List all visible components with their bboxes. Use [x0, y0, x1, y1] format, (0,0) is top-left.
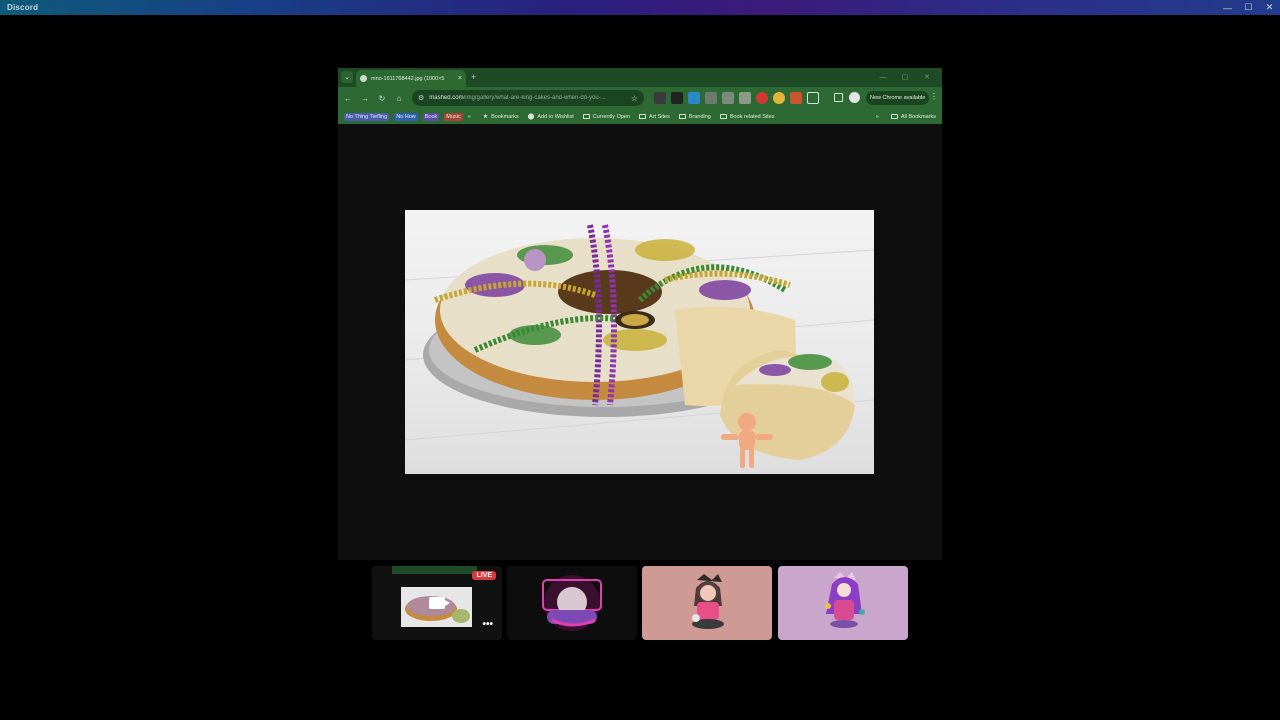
bookmark-chip[interactable]: Book: [422, 112, 440, 121]
bookmark-item[interactable]: ★ Bookmarks: [482, 113, 519, 121]
url-host: mashed.com: [429, 95, 464, 101]
video-camera-icon[interactable]: [429, 597, 450, 609]
chrome-minimize-button[interactable]: —: [872, 71, 894, 83]
extension-icon[interactable]: [671, 92, 683, 104]
bookmark-label: Add to Wishlist: [537, 113, 574, 120]
extension-icon[interactable]: [688, 92, 700, 104]
bookmarks-bar: No Thing Tiefling No How Book Music » ★ B…: [338, 109, 942, 124]
bookmark-chip[interactable]: Music: [444, 112, 463, 121]
wishlist-icon: ⬤: [527, 114, 535, 120]
participant-tile[interactable]: [507, 566, 637, 640]
bookmark-label: Book related Sites: [729, 113, 775, 120]
folder-icon: [678, 114, 686, 119]
side-panel-icon[interactable]: [834, 93, 843, 102]
folder-icon: [639, 114, 647, 119]
chrome-maximize-button[interactable]: ▢: [894, 71, 916, 83]
extension-icon[interactable]: [790, 92, 802, 104]
extension-icon[interactable]: [739, 92, 751, 104]
window-controls: — ☐ ✕: [1217, 0, 1280, 15]
puzzle-icon[interactable]: [807, 92, 819, 104]
maximize-button[interactable]: ☐: [1238, 0, 1259, 15]
bookmark-label: Currently Open: [592, 113, 631, 120]
extension-icon[interactable]: [722, 92, 734, 104]
participant-avatar: [542, 575, 602, 631]
url-text[interactable]: mashed.com/img/gallery/what-are-king-cak…: [429, 95, 627, 101]
chrome-window-controls: — ▢ ✕: [872, 71, 938, 83]
url-path: /img/gallery/what-are-king-cakes-and-whe…: [463, 95, 606, 101]
participant-tile-streamer[interactable]: LIVE •••: [372, 566, 502, 640]
tab-search-button[interactable]: ⌄: [341, 71, 353, 83]
tab-title: mno-1611768442.jpg (1000×5: [371, 75, 445, 82]
star-icon: ★: [482, 114, 489, 120]
more-options-icon[interactable]: •••: [482, 619, 493, 630]
bookmark-chip[interactable]: No How: [394, 112, 418, 121]
folder-icon: [890, 114, 898, 119]
stream-preview-toolbar: [392, 566, 477, 574]
extension-icon[interactable]: [756, 92, 768, 104]
bookmark-label: Art Sites: [649, 113, 670, 120]
bookmark-chip[interactable]: No Thing Tiefling: [344, 112, 390, 121]
bookmark-folder[interactable]: Art Sites: [639, 114, 670, 120]
forward-arrow-icon[interactable]: →: [359, 92, 371, 104]
chrome-tab-bar: ⌄ mno-1611768442.jpg (1000×5 × + — ▢ ✕: [338, 68, 942, 87]
bookmarks-overflow-right-button[interactable]: »: [876, 114, 879, 120]
extension-icon[interactable]: [773, 92, 785, 104]
live-badge: LIVE: [472, 571, 496, 580]
extension-icon[interactable]: [705, 92, 717, 104]
discord-app-title: Discord: [7, 3, 39, 12]
update-chip[interactable]: New Chrome available: [866, 91, 930, 105]
bookmark-folder[interactable]: Branding: [678, 113, 711, 120]
chrome-close-button[interactable]: ✕: [916, 71, 938, 83]
folder-icon: [719, 114, 727, 119]
globe-icon: [360, 75, 367, 82]
participant-avatar: [825, 572, 865, 628]
bookmark-folder[interactable]: Book related Sites: [719, 113, 775, 120]
site-info-icon[interactable]: ⚙: [418, 94, 424, 102]
active-tab[interactable]: mno-1611768442.jpg (1000×5 ×: [356, 70, 466, 87]
screen-share-stream[interactable]: ⌄ mno-1611768442.jpg (1000×5 × + — ▢ ✕ ←…: [338, 68, 942, 560]
bookmark-label: Bookmarks: [491, 113, 519, 120]
bookmarks-overflow-button[interactable]: »: [468, 114, 471, 120]
participant-avatar: [692, 574, 724, 629]
reload-icon[interactable]: ↻: [376, 92, 388, 104]
home-icon[interactable]: ⌂: [393, 92, 405, 104]
bookmark-label: All Bookmarks: [900, 113, 936, 120]
new-tab-button[interactable]: +: [471, 72, 476, 82]
chrome-menu-icon[interactable]: ⋮: [930, 92, 938, 101]
bookmark-star-icon[interactable]: ☆: [631, 94, 638, 103]
bookmark-label: Branding: [688, 113, 711, 120]
all-bookmarks-button[interactable]: All Bookmarks: [890, 113, 936, 120]
bookmark-folder[interactable]: Currently Open: [582, 113, 631, 120]
extensions-area: [654, 92, 819, 104]
extension-icon[interactable]: [654, 92, 666, 104]
tab-close-icon[interactable]: ×: [458, 75, 462, 82]
address-bar[interactable]: ⚙ mashed.com/img/gallery/what-are-king-c…: [412, 90, 644, 106]
participant-tile[interactable]: [778, 566, 908, 640]
bookmark-item[interactable]: ⬤ Add to Wishlist: [527, 113, 574, 121]
king-cake-illustration: [405, 224, 874, 468]
chrome-toolbar: ← → ↻ ⌂ ⚙ mashed.com/img/gallery/what-ar…: [338, 87, 942, 109]
minimize-button[interactable]: —: [1217, 0, 1238, 15]
discord-titlebar: Discord — ☐ ✕: [0, 0, 1280, 15]
profile-avatar[interactable]: [849, 92, 860, 103]
king-cake-image[interactable]: [405, 210, 874, 474]
page-content: [338, 124, 942, 560]
back-arrow-icon[interactable]: ←: [342, 92, 354, 104]
close-button[interactable]: ✕: [1259, 0, 1280, 15]
folder-icon: [582, 114, 590, 119]
participant-tile[interactable]: [642, 566, 772, 640]
